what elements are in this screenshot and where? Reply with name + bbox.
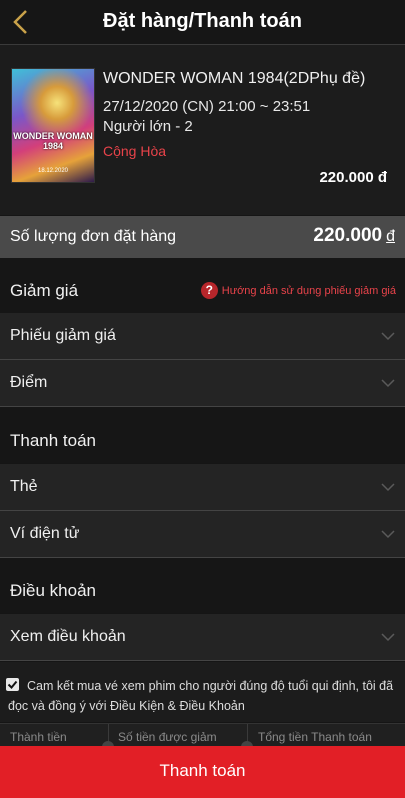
points-row[interactable]: Điểm: [0, 360, 405, 407]
order-total-value: 220.000 đ: [313, 225, 395, 247]
coupon-help-link[interactable]: ? Hướng dẫn sử dụng phiếu giảm giá: [200, 282, 396, 299]
coupon-label: Phiếu giảm giá: [10, 327, 116, 344]
poster-date: 18.12.2020: [37, 168, 69, 174]
subtotal-label: Thành tiền: [10, 730, 67, 744]
card-label: Thẻ: [10, 478, 38, 495]
payment-title: Thanh toán: [10, 431, 97, 450]
pay-button[interactable]: Thanh toán: [0, 746, 405, 798]
chevron-down-icon: [381, 379, 395, 388]
order-total-label: Số lượng đơn đặt hàng: [10, 228, 177, 245]
agreement-text: Cam kết mua vé xem phim cho người đúng đ…: [8, 679, 394, 713]
pay-button-label: Thanh toán: [159, 761, 246, 780]
chevron-down-icon: [381, 530, 395, 539]
view-terms-row[interactable]: Xem điều khoản: [0, 614, 405, 661]
movie-price: 220.000 đ: [319, 169, 387, 186]
movie-ticket-type: Người lớn - 2: [103, 118, 193, 135]
discount-title: Giảm giá: [10, 281, 79, 300]
ewallet-row[interactable]: Ví điện tử: [0, 511, 405, 558]
terms-section-header: Điều khoản: [0, 568, 405, 613]
view-terms-label: Xem điều khoản: [10, 628, 126, 645]
agreement-section: Cam kết mua vé xem phim cho người đúng đ…: [0, 662, 405, 722]
terms-title: Điều khoản: [10, 581, 97, 600]
price-summary: Thành tiền Số tiền được giảm Tổng tiền T…: [0, 723, 405, 753]
order-total-amount: 220.000: [313, 225, 383, 246]
chevron-down-icon: [381, 483, 395, 492]
discount-section-header: Giảm giá ? Hướng dẫn sử dụng phiếu giảm …: [0, 268, 405, 313]
spacer: [0, 258, 405, 268]
page-title: Đặt hàng/Thanh toán: [103, 10, 302, 32]
card-payment-row[interactable]: Thẻ: [0, 464, 405, 511]
ewallet-label: Ví điện tử: [10, 525, 80, 542]
payment-section-header: Thanh toán: [0, 418, 405, 463]
order-total-row: Số lượng đơn đặt hàng 220.000 đ: [0, 216, 405, 258]
question-icon: ?: [200, 282, 218, 299]
movie-poster: WONDER WOMAN 1984 18.12.2020: [11, 68, 95, 183]
movie-showtime: 27/12/2020 (CN) 21:00 ~ 23:51: [103, 98, 311, 115]
movie-title: WONDER WOMAN 1984(2DPhụ đề): [103, 70, 366, 87]
top-bar: Đặt hàng/Thanh toán: [0, 0, 405, 45]
total-payment-label: Tổng tiền Thanh toán: [258, 730, 372, 744]
chevron-down-icon: [381, 332, 395, 341]
coupon-row[interactable]: Phiếu giảm giá: [0, 313, 405, 360]
chevron-down-icon: [381, 633, 395, 642]
currency-symbol: đ: [386, 228, 395, 245]
coupon-help-text: Hướng dẫn sử dụng phiếu giảm giá: [221, 284, 396, 297]
cinema-name: Cộng Hòa: [103, 143, 167, 159]
movie-summary: WONDER WOMAN 1984 18.12.2020 WONDER WOMA…: [0, 45, 405, 215]
discount-amount-label: Số tiền được giảm: [118, 730, 217, 744]
points-label: Điểm: [10, 374, 48, 391]
poster-title: WONDER WOMAN 1984: [13, 131, 93, 151]
